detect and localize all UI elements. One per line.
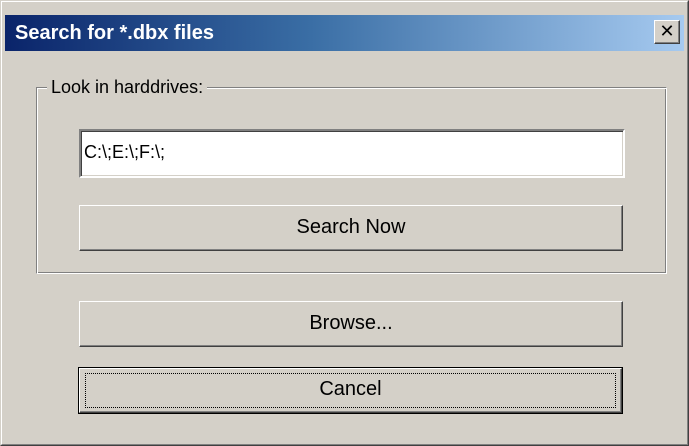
browse-button[interactable]: Browse... <box>79 301 623 347</box>
window-title: Search for *.dbx files <box>15 22 214 44</box>
cancel-button[interactable]: Cancel <box>78 367 623 414</box>
groupbox-label: Look in harddrives: <box>47 76 208 98</box>
close-button[interactable]: ✕ <box>654 20 680 44</box>
close-icon: ✕ <box>659 21 675 42</box>
dialog-window: Search for *.dbx files ✕ Look in harddri… <box>0 0 689 446</box>
cancel-button-label: Cancel <box>319 378 382 400</box>
title-bar[interactable]: Search for *.dbx files ✕ <box>5 15 684 51</box>
harddrives-path-input[interactable]: C:\;E:\;F:\; <box>79 129 625 178</box>
search-now-button[interactable]: Search Now <box>79 205 623 251</box>
